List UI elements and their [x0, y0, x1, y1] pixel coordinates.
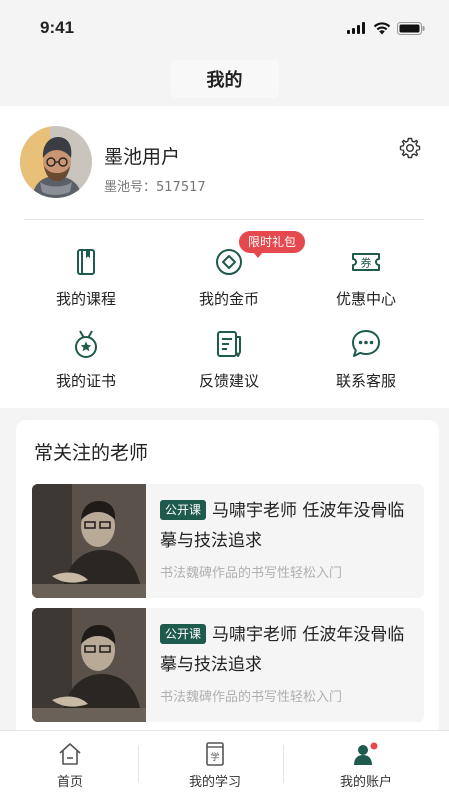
grid-item-my-certificates[interactable]: 我的证书: [26, 328, 146, 404]
avatar-image: [20, 126, 92, 198]
tab-my-study[interactable]: 学 我的学习: [145, 731, 285, 800]
grid-label: 我的金币: [198, 290, 259, 308]
tab-label: 首页: [56, 775, 83, 790]
grid-item-my-coins[interactable]: 我的金币: [169, 246, 289, 322]
study-book-icon: 学: [206, 742, 224, 766]
settings-gear-icon[interactable]: [398, 136, 422, 160]
avatar[interactable]: [20, 126, 92, 198]
grid-item-coupon-center[interactable]: 券 优惠中心: [306, 246, 426, 322]
tab-separator: [283, 745, 284, 783]
page-title: 我的: [170, 60, 279, 98]
grid-item-my-courses[interactable]: 我的课程: [26, 246, 146, 322]
course-card[interactable]: 公开课 马啸宇老师 任波年没骨临摹与技法追求 书法魏碑作品的书写性轻松入门: [32, 608, 424, 722]
teacher-photo: [32, 484, 146, 598]
course-body: 公开课 马啸宇老师 任波年没骨临摹与技法追求 书法魏碑作品的书写性轻松入门: [160, 620, 416, 705]
course-subtitle: 书法魏碑作品的书写性轻松入门: [160, 690, 343, 705]
status-bar: 9:41: [0, 0, 449, 56]
grid-item-customer-service[interactable]: 联系客服: [306, 328, 426, 404]
divider: [24, 219, 424, 220]
tab-home[interactable]: 首页: [0, 731, 140, 800]
home-icon: [59, 743, 81, 765]
grid-label: 我的课程: [55, 290, 116, 308]
feedback-document-icon: [217, 331, 241, 357]
teacher-photo: [32, 608, 146, 722]
course-body: 公开课 马啸宇老师 任波年没骨临摹与技法追求 书法魏碑作品的书写性轻松入门: [160, 496, 416, 581]
grid-label: 我的证书: [55, 372, 116, 390]
account-user-icon: [354, 742, 378, 765]
battery-icon: [397, 21, 425, 35]
grid-label: 联系客服: [335, 372, 396, 390]
grid-item-feedback[interactable]: 反馈建议: [169, 328, 289, 404]
profile-card: 墨池用户 墨池号：517517 限时礼包 我的课程 我的金币 券 优惠中心 我的…: [0, 106, 449, 408]
medal-icon: [75, 330, 97, 358]
course-title-line: 公开课 马啸宇老师 任波年没骨临摹与技法追求: [160, 620, 416, 680]
study-icon-text: 学: [210, 751, 219, 763]
bottom-tab-bar: 首页 学 我的学习 我的账户: [0, 730, 449, 800]
coin-icon: [216, 249, 242, 275]
section-title: 常关注的老师: [34, 442, 149, 464]
chat-bubble-icon: [352, 330, 380, 357]
nav-bar: 我的: [0, 56, 449, 102]
course-title-line: 公开课 马啸宇老师 任波年没骨临摹与技法追求: [160, 496, 416, 556]
course-card[interactable]: 公开课 马啸宇老师 任波年没骨临摹与技法追求 书法魏碑作品的书写性轻松入门: [32, 484, 424, 598]
followed-teachers-card: 常关注的老师 公开课 马啸宇老师 任波年没骨临摹与技法追求 书法魏碑作品的书写性轻…: [16, 420, 439, 750]
wifi-icon: [373, 21, 391, 34]
status-time: 9:41: [40, 18, 75, 37]
grid-label: 反馈建议: [198, 372, 259, 390]
tab-my-account[interactable]: 我的账户: [296, 731, 436, 800]
signal-icon: [347, 22, 365, 34]
tab-separator: [138, 745, 139, 783]
status-icons: [347, 21, 425, 35]
tab-label: 我的账户: [339, 775, 392, 790]
tab-label: 我的学习: [188, 775, 241, 790]
grid-label: 优惠中心: [335, 290, 396, 308]
course-book-icon: [77, 249, 95, 275]
open-course-tag: 公开课: [160, 500, 207, 520]
course-subtitle: 书法魏碑作品的书写性轻松入门: [160, 566, 343, 581]
user-name: 墨池用户: [104, 146, 181, 168]
open-course-tag: 公开课: [160, 624, 207, 644]
coupon-icon-text: 券: [361, 256, 372, 270]
coupon-ticket-icon: 券: [352, 253, 380, 271]
user-id: 墨池号：517517: [104, 180, 206, 195]
